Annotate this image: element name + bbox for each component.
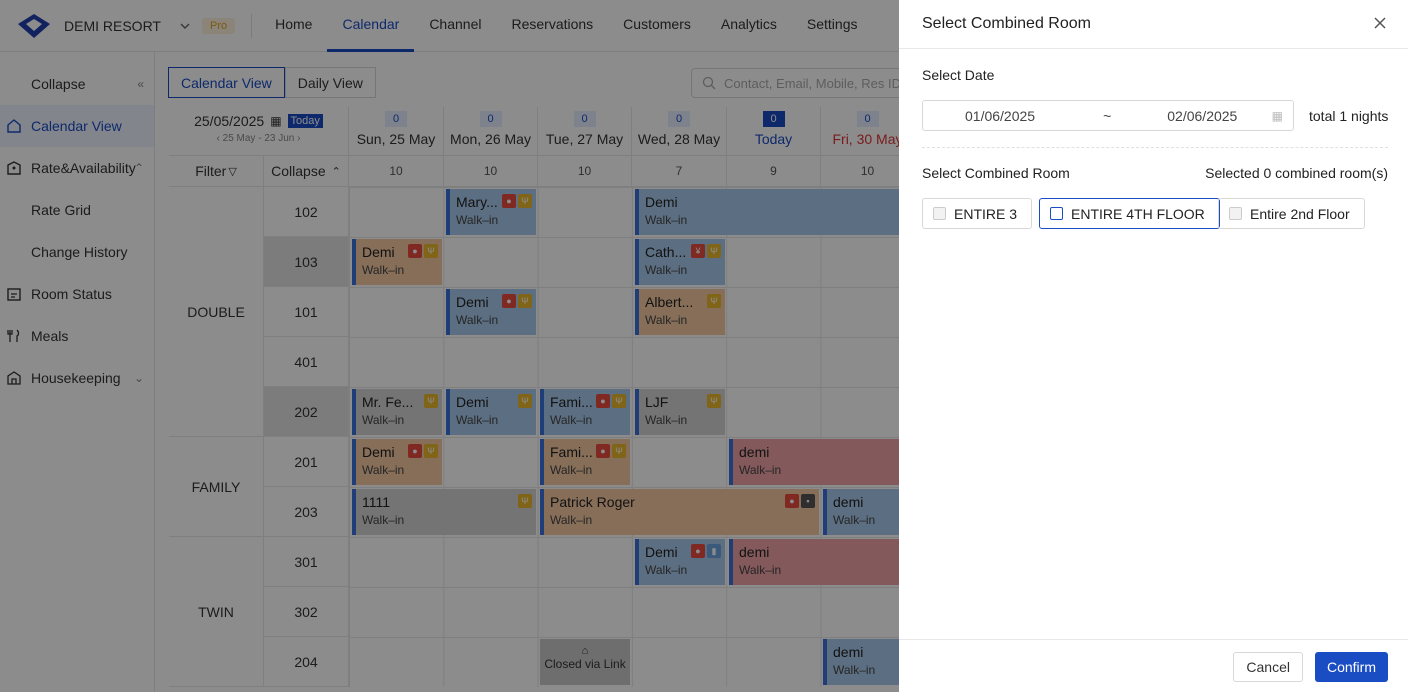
room-option-entire-3[interactable]: ENTIRE 3 (922, 198, 1033, 229)
drawer-header: Select Combined Room (899, 0, 1408, 49)
calendar-icon[interactable]: ▦ (1272, 109, 1283, 123)
cancel-button[interactable]: Cancel (1233, 652, 1303, 682)
drawer-title: Select Combined Room (922, 15, 1091, 32)
checkbox[interactable] (1050, 207, 1063, 220)
room-option-entire-4th-floor[interactable]: ENTIRE 4TH FLOOR (1039, 198, 1220, 229)
start-date[interactable]: 01/06/2025 (965, 108, 1035, 124)
range-separator: ~ (1103, 107, 1112, 124)
modal-overlay[interactable] (0, 0, 899, 692)
select-room-label: Select Combined Room (922, 165, 1070, 181)
divider (922, 147, 1388, 148)
room-option-label: ENTIRE 4TH FLOOR (1071, 205, 1205, 222)
drawer-footer: Cancel Confirm (899, 639, 1408, 692)
checkbox[interactable] (1229, 207, 1242, 220)
nights-count: total 1 nights (1309, 108, 1389, 124)
selected-count: Selected 0 combined room(s) (1205, 165, 1388, 181)
date-range-picker[interactable]: 01/06/2025 ~ 02/06/2025 ▦ (922, 100, 1294, 131)
end-date[interactable]: 02/06/2025 (1167, 108, 1237, 124)
room-option-label: Entire 2nd Floor (1250, 205, 1350, 222)
select-date-label: Select Date (922, 67, 995, 83)
close-icon[interactable] (1372, 15, 1388, 31)
room-option-entire-2nd-floor[interactable]: Entire 2nd Floor (1218, 198, 1365, 229)
checkbox[interactable] (933, 207, 946, 220)
confirm-button[interactable]: Confirm (1314, 652, 1388, 682)
combined-room-drawer: Select Combined Room Select Date 01/06/2… (899, 0, 1408, 692)
room-option-label: ENTIRE 3 (954, 205, 1018, 222)
